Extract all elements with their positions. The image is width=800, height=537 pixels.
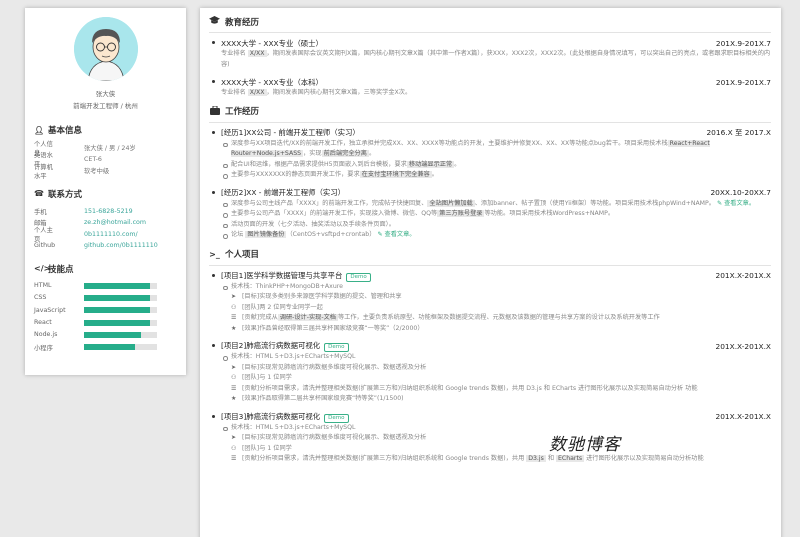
- skill-bar-fill: [84, 331, 141, 338]
- demo-badge[interactable]: Demo: [324, 413, 349, 423]
- graduation-cap-icon: [209, 16, 220, 27]
- contact-list: 手机 151-6828-5219 邮箱 ze.zh@hotmail.com 个人…: [34, 206, 177, 252]
- contact-heading: ☎︎ 联系方式: [34, 189, 83, 200]
- briefcase-icon: [209, 105, 220, 117]
- avatar: [73, 17, 138, 81]
- contact-row-homepage: 个人主页 0b1111110.com/: [34, 227, 177, 243]
- send-icon: ➤: [231, 434, 237, 441]
- skill-bar: [84, 307, 157, 314]
- contact-row-phone: 手机 151-6828-5219: [34, 206, 177, 218]
- education-item: XXXX大学 - XXX专业（硕士） 201X.9-201X.7 专业排名 X/X…: [209, 37, 771, 70]
- skill-bar: [84, 331, 157, 338]
- skill-bar-fill: [84, 344, 136, 351]
- contact-row-github: Github github.com/0b1111110: [34, 240, 177, 252]
- divider: [209, 32, 771, 33]
- skill-bar: [84, 282, 157, 289]
- skill-bar-fill: [84, 282, 150, 289]
- skill-row: HTML: [34, 280, 177, 292]
- education-item: XXXX大学 - XXX专业（本科） 201X.9-201X.7 专业排名 X/X…: [209, 76, 771, 99]
- resume-main: 教育经历 XXXX大学 - XXX专业（硕士） 201X.9-201X.7 专业排…: [200, 8, 781, 537]
- github-link[interactable]: github.com/0b1111110: [58, 242, 177, 249]
- phone-link[interactable]: 151-6828-5219: [58, 208, 177, 215]
- basic-info-heading: 👤︎ 基本信息: [34, 125, 83, 137]
- phone-icon: ☎︎: [34, 189, 44, 198]
- skill-row: 小程序: [34, 341, 177, 353]
- profile-card: 张大侠 前端开发工程师 / 杭州 👤︎ 基本信息 个人信息 张大侠 / 男 / …: [25, 8, 186, 375]
- demo-badge[interactable]: Demo: [346, 272, 371, 282]
- skill-row: React: [34, 316, 177, 328]
- skills-list: HTML CSS JavaScript React Node.js 小程序: [34, 280, 177, 354]
- watermark: 数驰博客: [549, 435, 621, 455]
- send-icon: ➤: [231, 293, 237, 300]
- users-icon: ⚇: [231, 303, 237, 311]
- work-item: [经历1]XX公司 - 前端开发工程师（实习） 2016.X 至 2017.X 深…: [209, 127, 771, 181]
- skill-bar: [84, 319, 157, 326]
- skill-bar-fill: [84, 319, 150, 326]
- users-icon: ⚇: [231, 374, 237, 381]
- skills-heading: </> 技能点: [34, 264, 74, 275]
- code-icon: </>: [34, 264, 51, 273]
- education-heading: 教育经历: [209, 15, 771, 28]
- homepage-link[interactable]: 0b1111110.com/: [58, 231, 177, 238]
- demo-badge[interactable]: Demo: [324, 343, 349, 352]
- list-icon: ☰: [231, 455, 237, 462]
- skill-bar-fill: [84, 307, 150, 314]
- project-item: [项目1]医学科学数据管理与共享平台 Demo 201X.X-201X.X 技术栈：…: [209, 270, 771, 335]
- divider: [209, 264, 771, 266]
- trophy-icon: ★: [231, 324, 237, 332]
- user-icon: 👤︎: [34, 125, 45, 135]
- skill-row: Node.js: [34, 329, 177, 341]
- article-link[interactable]: ✎ 查看文章。: [717, 200, 755, 207]
- skill-row: CSS: [34, 292, 177, 304]
- list-icon: ☰: [231, 314, 237, 321]
- skill-bar-fill: [84, 294, 150, 301]
- projects-heading: >_ 个人项目: [209, 249, 260, 261]
- profile-title: 前端开发工程师 / 杭州: [73, 102, 138, 110]
- project-item: [项目3]肺癌流行病数据可视化 Demo 201X.X-201X.X 技术栈：HTM…: [209, 411, 771, 465]
- work-heading: 工作经历: [209, 105, 771, 118]
- email-link[interactable]: ze.zh@hotmail.com: [58, 219, 177, 226]
- skill-bar: [84, 294, 157, 301]
- basic-info-list: 个人信息 张大侠 / 男 / 24岁 英语水平 CET-6 计算机水平 软考中级: [34, 141, 177, 180]
- info-row-computer: 计算机水平 软考中级: [34, 163, 110, 180]
- profile-name: 张大侠: [95, 90, 116, 98]
- terminal-icon: >_: [209, 249, 220, 259]
- users-icon: ⚇: [231, 444, 237, 452]
- work-item: [经历2]XX - 前端开发工程师（实习） 20XX.10-20XX.7 深度参与…: [209, 187, 771, 241]
- divider: [209, 121, 771, 123]
- list-icon: ☰: [231, 384, 237, 392]
- send-icon: ➤: [231, 363, 237, 371]
- skill-bar: [84, 344, 157, 351]
- article-link[interactable]: ✎ 查看文章。: [377, 231, 415, 238]
- trophy-icon: ★: [231, 395, 237, 402]
- skill-row: JavaScript: [34, 304, 177, 316]
- project-item: [项目2]肺癌流行病数据可视化 Demo 201X.X-201X.X 技术栈：HTM…: [209, 340, 771, 405]
